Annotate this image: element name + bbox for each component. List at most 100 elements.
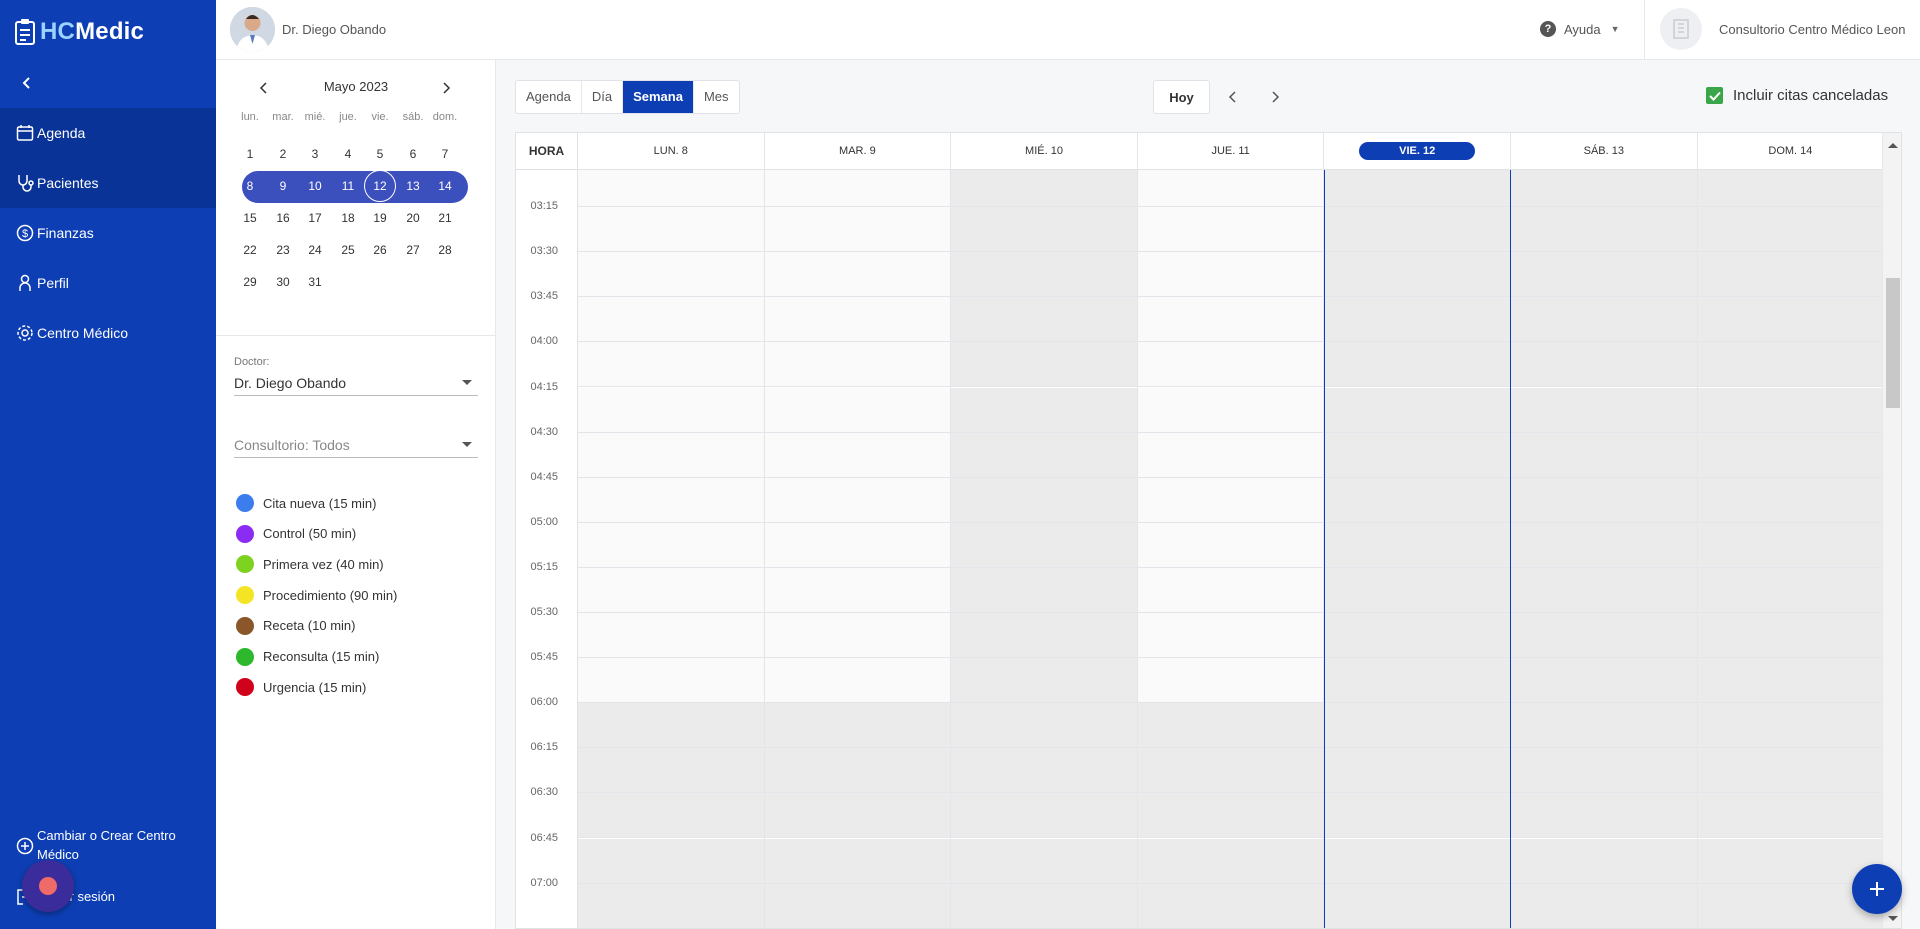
sidebar-item-pacientes[interactable]: Pacientes [0,158,216,208]
calendar-day[interactable]: 7 [429,139,461,169]
calendar-day[interactable]: 27 [397,235,429,265]
time-slot[interactable] [1511,207,1697,253]
calendar-day[interactable]: 13 [397,171,429,201]
time-slot[interactable] [1697,567,1882,613]
time-slot[interactable] [951,342,1137,388]
time-slot[interactable] [1324,838,1510,884]
time-slot[interactable] [1511,432,1697,478]
scroll-up-arrow-icon[interactable] [1888,143,1898,148]
time-slot[interactable] [1324,432,1510,478]
calendar-day[interactable]: 5 [364,139,396,169]
today-button[interactable]: Hoy [1153,80,1210,114]
view-tab[interactable]: Día [582,81,624,113]
time-slot[interactable] [1511,522,1697,568]
day-column-header[interactable]: SÁB. 13 [1511,133,1698,170]
time-slot[interactable] [951,477,1137,523]
time-slot[interactable] [1511,297,1697,343]
time-slot[interactable] [1697,252,1882,298]
calendar-day[interactable]: 29 [234,267,266,297]
time-slot[interactable] [1511,342,1697,388]
time-slot[interactable] [951,170,1137,208]
time-slot[interactable] [578,342,764,388]
time-slot[interactable] [1324,207,1510,253]
time-slot[interactable] [1324,748,1510,794]
time-slot[interactable] [764,170,951,208]
time-slot[interactable] [764,838,951,884]
time-slot[interactable] [1324,793,1510,839]
time-slot[interactable] [1137,342,1324,388]
time-slot[interactable] [1324,883,1510,928]
time-slot[interactable] [1137,658,1324,704]
time-slot[interactable] [1324,703,1510,749]
doctor-select[interactable]: Dr. Diego Obando [234,370,478,396]
time-slot[interactable] [1137,613,1324,659]
time-slot[interactable] [951,838,1137,884]
calendar-day[interactable]: 30 [267,267,299,297]
calendar-day[interactable]: 20 [397,203,429,233]
time-slot[interactable] [1137,748,1324,794]
calendar-day[interactable]: 4 [332,139,364,169]
time-slot[interactable] [951,297,1137,343]
time-slot[interactable] [764,252,951,298]
time-slot[interactable] [578,170,764,208]
time-slot[interactable] [1511,387,1697,433]
time-slot[interactable] [951,703,1137,749]
time-slot[interactable] [1697,748,1882,794]
time-slot[interactable] [1137,567,1324,613]
sidebar-item-perfil[interactable]: Perfil [0,258,216,308]
time-slot[interactable] [1697,658,1882,704]
calendar-day[interactable]: 11 [332,171,364,201]
time-slot[interactable] [1137,793,1324,839]
time-slot[interactable] [1137,207,1324,253]
time-slot[interactable] [1511,252,1697,298]
next-week-button[interactable] [1266,88,1284,106]
sidebar-item-agenda[interactable]: Agenda [0,108,216,158]
consultorio-select[interactable]: Consultorio: Todos [234,432,478,458]
time-slot[interactable] [764,567,951,613]
time-slot[interactable] [578,387,764,433]
day-column-header[interactable]: JUE. 11 [1137,133,1325,170]
calendar-day[interactable]: 6 [397,139,429,169]
time-slot[interactable] [578,297,764,343]
calendar-day[interactable]: 3 [299,139,331,169]
calendar-day[interactable]: 15 [234,203,266,233]
time-slot[interactable] [1697,342,1882,388]
time-slot[interactable] [1137,252,1324,298]
time-slot[interactable] [951,567,1137,613]
time-slot[interactable] [1324,342,1510,388]
time-slot[interactable] [578,838,764,884]
grid-vertical-scrollbar[interactable] [1882,133,1901,928]
time-slot[interactable] [764,613,951,659]
time-slot[interactable] [1324,477,1510,523]
time-slot[interactable] [1697,297,1882,343]
time-slot[interactable] [1324,170,1510,208]
time-slot[interactable] [951,793,1137,839]
calendar-day[interactable]: 25 [332,235,364,265]
time-slot[interactable] [764,658,951,704]
time-slot[interactable] [1511,793,1697,839]
time-slot[interactable] [1324,567,1510,613]
scrollbar-thumb[interactable] [1886,278,1900,408]
time-slot[interactable] [1137,297,1324,343]
day-column-header[interactable]: DOM. 14 [1697,133,1885,170]
view-tab[interactable]: Mes [694,81,739,113]
time-slot[interactable] [1511,613,1697,659]
calendar-day[interactable]: 31 [299,267,331,297]
time-slot[interactable] [1137,477,1324,523]
time-slot[interactable] [578,432,764,478]
day-column-header[interactable]: VIE. 12 [1324,133,1511,170]
time-slot[interactable] [764,432,951,478]
time-slot[interactable] [1511,658,1697,704]
time-slot[interactable] [1511,838,1697,884]
time-slot[interactable] [578,477,764,523]
time-slot[interactable] [1697,477,1882,523]
time-slot[interactable] [764,297,951,343]
time-slot[interactable] [578,793,764,839]
time-slot[interactable] [1137,883,1324,928]
logo[interactable]: HCMedic [14,18,144,46]
time-slot[interactable] [1511,748,1697,794]
time-slot[interactable] [951,883,1137,928]
time-slot[interactable] [951,613,1137,659]
switch-clinic-button[interactable]: Cambiar o Crear Centro Médico [0,826,216,864]
time-slot[interactable] [1324,613,1510,659]
